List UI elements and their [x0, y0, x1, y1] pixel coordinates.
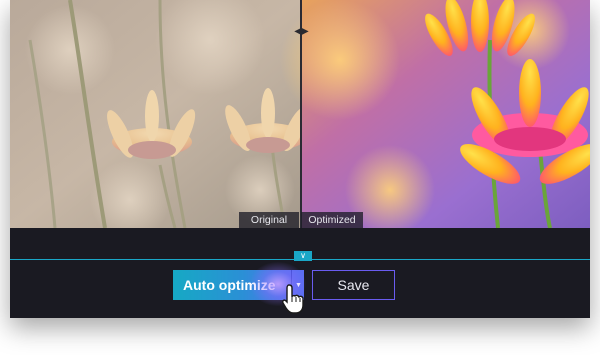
photo-editor-window: ◀▶ Original Optimized ∨ Auto optimize ▼ …: [10, 0, 590, 318]
auto-optimize-dropdown[interactable]: ▼: [291, 270, 304, 300]
auto-optimize-button[interactable]: Auto optimize: [173, 270, 291, 300]
optimized-label: Optimized: [301, 212, 363, 228]
original-label: Original: [239, 212, 299, 228]
save-button[interactable]: Save: [312, 270, 395, 300]
chevron-down-icon[interactable]: ∨: [294, 251, 312, 261]
left-right-arrows-icon[interactable]: ◀▶: [290, 25, 312, 39]
caret-down-icon: ▼: [295, 282, 302, 289]
